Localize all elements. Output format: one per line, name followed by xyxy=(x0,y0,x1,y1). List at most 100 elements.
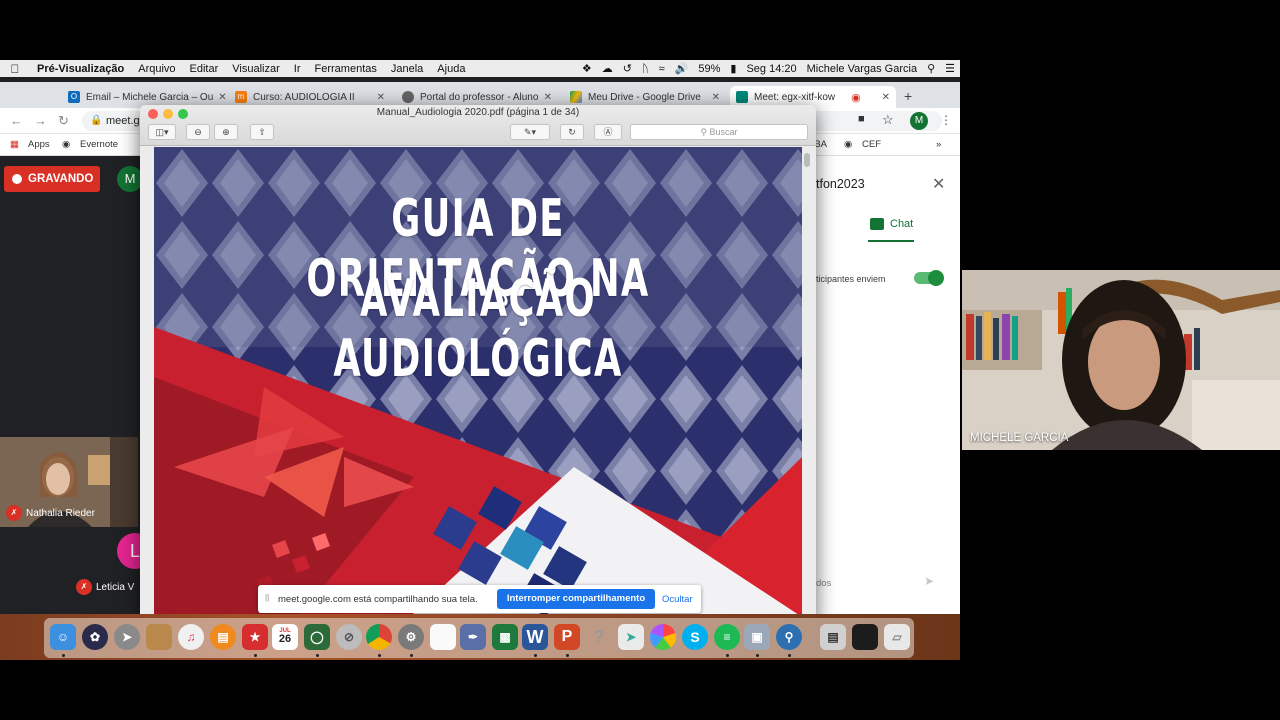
zoom-in-icon[interactable]: ⊕ xyxy=(214,124,238,140)
participant-tile-leticia[interactable]: L ✗ Leticia V xyxy=(70,531,153,611)
folder-icon[interactable] xyxy=(146,624,172,650)
zoom-out-icon[interactable]: ⊖ xyxy=(186,124,210,140)
maps-icon[interactable]: ➤ xyxy=(618,624,644,650)
system-preferences-icon[interactable]: ⚙ xyxy=(398,624,424,650)
powerpoint-icon[interactable]: P xyxy=(554,624,580,650)
itunes-icon[interactable]: ♫ xyxy=(178,624,204,650)
battery-icon[interactable]: ▮ xyxy=(725,62,741,75)
rotate-icon[interactable]: ↻ xyxy=(560,124,584,140)
calendar-icon[interactable]: JUL 26 xyxy=(272,624,298,650)
tab-label: Portal do professor - Aluno xyxy=(420,91,539,103)
spotify-icon[interactable]: ≡ xyxy=(714,624,740,650)
tab-label: Email – Michele Garcia – Ou xyxy=(86,91,214,103)
menu-ferramentas[interactable]: Ferramentas xyxy=(308,63,384,75)
user-name[interactable]: Michele Vargas Garcia xyxy=(802,63,922,75)
notification-center-icon[interactable]: ☰ xyxy=(940,62,960,75)
chat-input[interactable]: dos xyxy=(816,578,831,589)
close-icon[interactable]: ✕ xyxy=(539,92,552,103)
tab-chat[interactable]: Chat xyxy=(870,218,913,230)
time-machine-icon[interactable]: ↺ xyxy=(618,62,637,75)
quicktime-icon[interactable]: ⚲ xyxy=(776,624,802,650)
dropbox-icon[interactable]: ❖ xyxy=(577,62,597,75)
markup-toolbar-icon[interactable]: Ⓐ xyxy=(594,124,622,140)
pen-tool-icon[interactable]: ✒ xyxy=(460,624,486,650)
share-icon[interactable]: ⇧ xyxy=(250,124,274,140)
spotlight-icon[interactable]: ⚲ xyxy=(922,62,940,75)
stop-sharing-button[interactable]: Interromper compartilhamento xyxy=(497,589,655,609)
presenter-video xyxy=(962,270,1280,450)
apps-grid-icon[interactable]: ▦ xyxy=(10,139,19,150)
menu-editar[interactable]: Editar xyxy=(183,63,226,75)
apple-menu-icon[interactable]:  xyxy=(0,62,30,76)
presenter-video-tile[interactable]: MICHELE GARCIA xyxy=(962,270,1280,450)
macos-dock: ☺ ✿ ➤ ♫ ▤ ★ JUL 26 ◯ ⊘ ⚙ ✒ ▩ W P ? ➤ S ≡ xyxy=(0,614,960,660)
sidebar-toggle-icon[interactable]: ◫▾ xyxy=(148,124,176,140)
running-indicator xyxy=(726,654,729,657)
new-tab-icon[interactable]: + xyxy=(904,88,912,104)
participant-tile-nathalia[interactable]: ✗ Nathalia Rieder xyxy=(0,437,138,527)
forward-icon[interactable]: → xyxy=(34,113,47,128)
books-icon[interactable]: ▤ xyxy=(210,624,236,650)
launchpad-icon[interactable]: ➤ xyxy=(114,624,140,650)
chart-app-icon[interactable]: ▩ xyxy=(492,624,518,650)
downloads-icon[interactable]: ▤ xyxy=(820,624,846,650)
pdf-page[interactable]: GUIA DE ORIENTAÇÃO NA AVALIAÇÃO AUDIOLÓG… xyxy=(154,147,802,622)
bookmark-cef[interactable]: CEF xyxy=(862,139,881,150)
menu-arquivo[interactable]: Arquivo xyxy=(131,63,182,75)
no-entry-icon[interactable]: ⊘ xyxy=(336,624,362,650)
close-icon[interactable]: ✕ xyxy=(877,92,890,103)
menu-visualizar[interactable]: Visualizar xyxy=(225,63,287,75)
siri-icon[interactable]: ✿ xyxy=(82,624,108,650)
send-icon[interactable]: ➤ xyxy=(924,574,934,588)
cloud-icon[interactable]: ☁ xyxy=(597,62,618,75)
menu-app-name[interactable]: Pré-Visualização xyxy=(30,63,131,75)
wifi-icon[interactable]: ≈ xyxy=(654,63,670,75)
back-icon[interactable]: ← xyxy=(10,113,23,128)
menu-ajuda[interactable]: Ajuda xyxy=(430,63,472,75)
recording-button[interactable]: GRAVANDO xyxy=(4,166,100,192)
photos-icon[interactable] xyxy=(650,624,676,650)
allow-messages-toggle[interactable] xyxy=(914,270,944,286)
close-icon[interactable]: ✕ xyxy=(372,92,385,103)
running-indicator xyxy=(254,654,257,657)
close-icon[interactable]: ✕ xyxy=(932,174,945,194)
tab-label: Meet: egx-xitf-kow xyxy=(754,91,836,103)
volume-icon[interactable]: 🔊 xyxy=(670,62,694,75)
close-icon[interactable]: ✕ xyxy=(213,92,226,103)
word-icon[interactable]: W xyxy=(522,624,548,650)
camera-icon[interactable]: ■ xyxy=(858,113,865,125)
drag-handle-icon[interactable]: || xyxy=(265,593,269,602)
profile-avatar[interactable]: M xyxy=(910,112,928,130)
skype-icon[interactable]: S xyxy=(682,624,708,650)
star-icon[interactable]: ☆ xyxy=(882,112,894,128)
menu-ir[interactable]: Ir xyxy=(287,63,308,75)
reload-icon[interactable]: ↻ xyxy=(58,113,69,129)
chrome-icon[interactable] xyxy=(366,624,392,650)
clock[interactable]: Seg 14:20 xyxy=(741,63,801,75)
drive-icon xyxy=(570,91,582,103)
search-icon: ⚲ xyxy=(700,127,710,137)
close-icon[interactable]: ✕ xyxy=(707,92,720,103)
screen-folder-icon[interactable] xyxy=(852,624,878,650)
chat-panel: tfon2023 ✕ Chat ticipantes enviem dos ➤ xyxy=(812,156,960,614)
pdf-app-icon[interactable]: ★ xyxy=(242,624,268,650)
preview-app-icon[interactable]: ▣ xyxy=(744,624,770,650)
menu-janela[interactable]: Janela xyxy=(384,63,430,75)
search-field[interactable]: ⚲ Buscar xyxy=(630,124,808,140)
preview-titlebar: Manual_Audiologia 2020.pdf (página 1 de … xyxy=(140,105,816,146)
chevron-right-icon[interactable]: » xyxy=(936,139,941,150)
bookmark-evernote[interactable]: Evernote xyxy=(80,139,118,150)
scrollbar-thumb[interactable] xyxy=(804,153,810,167)
hide-button[interactable]: Ocultar xyxy=(662,594,693,605)
battery-percent[interactable]: 59% xyxy=(693,63,725,75)
trash-icon[interactable]: ▱ xyxy=(884,624,910,650)
markup-pen-icon[interactable]: ✎▾ xyxy=(510,124,550,140)
finder-icon[interactable]: ☺ xyxy=(50,624,76,650)
evernote-icon[interactable]: ◯ xyxy=(304,624,330,650)
document-icon[interactable] xyxy=(430,624,456,650)
bluetooth-icon[interactable]: ᚢ xyxy=(637,63,654,75)
more-icon[interactable]: ⋮ xyxy=(940,113,952,127)
bookmark-apps[interactable]: Apps xyxy=(28,139,50,150)
unknown-app-icon[interactable]: ? xyxy=(586,624,612,650)
running-indicator xyxy=(788,654,791,657)
